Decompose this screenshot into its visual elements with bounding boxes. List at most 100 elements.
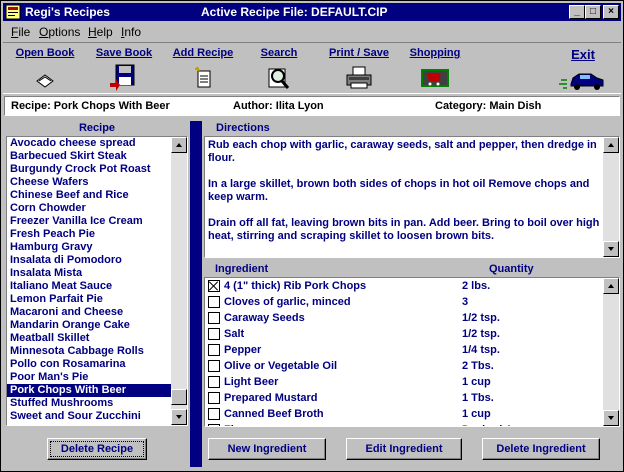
ingredient-name: Prepared Mustard <box>224 392 318 404</box>
recipe-list-item[interactable]: Mandarin Orange Cake <box>7 319 187 332</box>
exit-button[interactable]: Exit <box>553 47 613 92</box>
ingredient-checkbox[interactable] <box>208 424 220 426</box>
recipe-list[interactable]: Avocado cheese spread Barbecued Skirt Ste… <box>6 136 188 426</box>
ingredient-list-scrollbar[interactable] <box>603 278 619 426</box>
minimize-button[interactable]: _ <box>569 5 585 19</box>
window-controls: _ □ × <box>569 5 619 19</box>
ingredient-column-header: Ingredient <box>215 263 269 275</box>
directions-text-area[interactable]: Rub each chop with garlic, caraway seeds… <box>204 136 620 258</box>
recipe-list-item[interactable]: Poor Man's Pie <box>7 371 187 384</box>
menu-info[interactable]: Info <box>121 25 141 39</box>
ingredient-name: Pepper <box>224 344 262 356</box>
recipe-list-item[interactable]: Corn Chowder <box>7 202 187 215</box>
recipe-list-item[interactable]: Freezer Vanilla Ice Cream <box>7 215 187 228</box>
ingredient-row[interactable]: Light Beer 1 cup <box>205 374 619 390</box>
ingredient-row[interactable]: 4 (1" thick) Rib Pork Chops 2 lbs. <box>205 278 619 294</box>
ingredient-quantity: 1 Tbs. <box>462 392 494 404</box>
directions-paragraph: Rub each chop with garlic, caraway seeds… <box>208 139 597 164</box>
close-button[interactable]: × <box>603 5 619 19</box>
search-button[interactable]: Search <box>253 47 305 91</box>
category-label: Category: Main Dish <box>435 100 542 112</box>
recipe-list-item[interactable]: Cheese Wafers <box>7 176 187 189</box>
recipe-list-scrollbar[interactable] <box>171 137 187 425</box>
scroll-up-icon[interactable] <box>171 137 187 153</box>
ingredient-checkbox[interactable] <box>208 312 220 324</box>
scroll-down-icon[interactable] <box>603 241 619 257</box>
ingredient-row[interactable]: Pepper 1/4 tsp. <box>205 342 619 358</box>
ingredient-row[interactable]: Cloves of garlic, minced 3 <box>205 294 619 310</box>
shopping-button[interactable]: Shopping <box>405 47 465 91</box>
recipe-list-item[interactable]: Pollo con Rosamarina <box>7 358 187 371</box>
directions-paragraph: Drain off all fat, leaving brown bits in… <box>208 217 600 242</box>
recipe-list-item[interactable]: Lemon Parfait Pie <box>7 293 187 306</box>
recipe-list-item[interactable]: Insalata di Pomodoro <box>7 254 187 267</box>
title-bar[interactable]: Regi's Recipes Active Recipe File: DEFAU… <box>3 3 621 21</box>
ingredient-row[interactable]: Canned Beef Broth 1 cup <box>205 406 619 422</box>
scroll-thumb[interactable] <box>171 389 187 405</box>
recipe-list-item[interactable]: Chinese Beef and Rice <box>7 189 187 202</box>
ingredient-checkbox[interactable] <box>208 376 220 388</box>
ingredient-checkbox[interactable] <box>208 296 220 308</box>
save-book-button[interactable]: Save Book <box>91 47 157 91</box>
ingredient-name: Flour <box>224 422 252 426</box>
ingredient-checkbox[interactable] <box>208 344 220 356</box>
delete-recipe-button[interactable]: Delete Recipe <box>47 438 147 460</box>
close-icon: × <box>608 6 614 17</box>
ingredient-quantity: 2 Tbs. <box>462 360 494 372</box>
scroll-up-icon[interactable] <box>603 278 619 294</box>
ingredient-quantity: Desired Am <box>462 422 523 426</box>
directions-header: Directions <box>216 122 270 134</box>
new-ingredient-button[interactable]: New Ingredient <box>208 438 326 460</box>
recipe-list-item[interactable]: Barbecued Skirt Steak <box>7 150 187 163</box>
maximize-button[interactable]: □ <box>585 5 601 19</box>
ingredient-checkbox[interactable] <box>208 408 220 420</box>
directions-scrollbar[interactable] <box>603 137 619 257</box>
scroll-down-icon[interactable] <box>171 409 187 425</box>
ingredient-row[interactable]: Prepared Mustard 1 Tbs. <box>205 390 619 406</box>
ingredient-quantity: 1/2 tsp. <box>462 328 500 340</box>
recipe-items: Avocado cheese spread Barbecued Skirt Ste… <box>7 137 187 423</box>
pane-divider[interactable] <box>190 121 202 467</box>
current-recipe-label: Recipe: Pork Chops With Beer <box>11 100 170 112</box>
recipe-list-item[interactable]: Avocado cheese spread <box>7 137 187 150</box>
ingredient-row[interactable]: Salt 1/2 tsp. <box>205 326 619 342</box>
recipe-list-item[interactable]: Stuffed Mushrooms <box>7 397 187 410</box>
menu-options[interactable]: Options <box>39 25 80 39</box>
scroll-down-icon[interactable] <box>603 410 619 426</box>
active-file-label: Active Recipe File: DEFAULT.CIP <box>201 5 388 19</box>
recipe-list-item[interactable]: Pork Chops With Beer <box>7 384 187 397</box>
ingredient-row[interactable]: Flour Desired Am <box>205 422 619 426</box>
directions-paragraph: In a large skillet, brown both sides of … <box>208 178 590 203</box>
edit-ingredient-button[interactable]: Edit Ingredient <box>346 438 462 460</box>
ingredient-checkbox[interactable] <box>208 280 220 292</box>
ingredient-checkbox[interactable] <box>208 328 220 340</box>
add-recipe-button[interactable]: Add Recipe <box>167 47 239 91</box>
menu-help[interactable]: Help <box>88 25 113 39</box>
app-window: Regi's Recipes Active Recipe File: DEFAU… <box>0 0 624 472</box>
ingredient-row[interactable]: Caraway Seeds 1/2 tsp. <box>205 310 619 326</box>
recipe-list-item[interactable]: Minnesota Cabbage Rolls <box>7 345 187 358</box>
ingredient-quantity: 1/4 tsp. <box>462 344 500 356</box>
ingredient-row[interactable]: Olive or Vegetable Oil 2 Tbs. <box>205 358 619 374</box>
delete-ingredient-button[interactable]: Delete Ingredient <box>482 438 600 460</box>
scroll-up-icon[interactable] <box>603 137 619 153</box>
ingredient-quantity: 1 cup <box>462 408 491 420</box>
recipe-list-item[interactable]: Burgundy Crock Pot Roast <box>7 163 187 176</box>
print-save-button[interactable]: Print / Save <box>321 47 397 91</box>
directions-body: Rub each chop with garlic, caraway seeds… <box>208 139 601 256</box>
recipe-list-item[interactable]: Meatball Skillet <box>7 332 187 345</box>
app-book-icon[interactable] <box>5 4 21 20</box>
open-book-button[interactable]: Open Book <box>13 47 77 91</box>
recipe-list-item[interactable]: Insalata Mista <box>7 267 187 280</box>
recipe-list-item[interactable]: Fresh Peach Pie <box>7 228 187 241</box>
ingredient-checkbox[interactable] <box>208 360 220 372</box>
recipe-list-item[interactable]: Macaroni and Cheese <box>7 306 187 319</box>
recipe-list-item[interactable]: Hamburg Gravy <box>7 241 187 254</box>
save-floppy-icon <box>110 64 135 91</box>
ingredient-name: Light Beer <box>224 376 279 388</box>
ingredient-list[interactable]: 4 (1" thick) Rib Pork Chops 2 lbs. Cloves … <box>204 277 620 427</box>
recipe-list-item[interactable]: Italiano Meat Sauce <box>7 280 187 293</box>
menu-file[interactable]: File <box>11 25 30 39</box>
recipe-list-item[interactable]: Sweet and Sour Zucchini <box>7 410 187 423</box>
ingredient-checkbox[interactable] <box>208 392 220 404</box>
